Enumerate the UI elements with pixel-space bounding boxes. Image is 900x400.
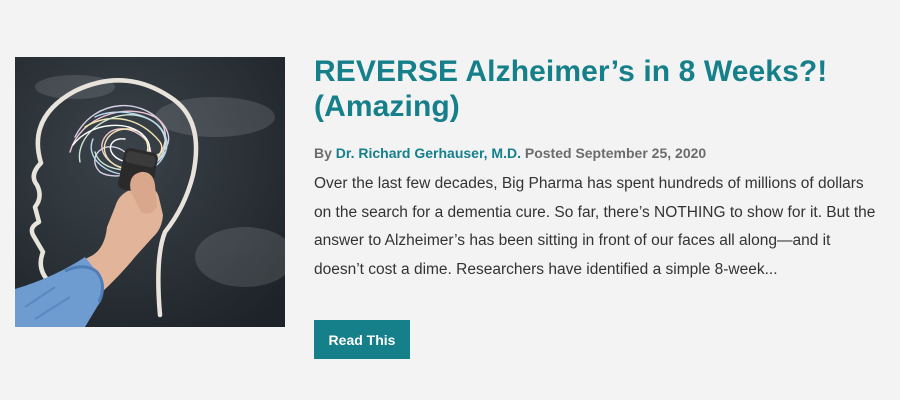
article-title[interactable]: REVERSE Alzheimer’s in 8 Weeks?! (Amazin… bbox=[314, 54, 884, 124]
article-meta: By Dr. Richard Gerhauser, M.D. Posted Se… bbox=[314, 144, 884, 162]
article-thumbnail[interactable] bbox=[15, 57, 285, 327]
post-date: September 25, 2020 bbox=[575, 145, 707, 161]
by-label: By bbox=[314, 145, 332, 161]
posted-label: Posted bbox=[524, 145, 572, 161]
author-link[interactable]: Dr. Richard Gerhauser, M.D. bbox=[336, 145, 521, 161]
read-this-button[interactable]: Read This bbox=[314, 320, 410, 359]
chalkboard-head-eraser-image bbox=[15, 57, 285, 327]
article-card: REVERSE Alzheimer’s in 8 Weeks?! (Amazin… bbox=[0, 0, 900, 400]
article-content: REVERSE Alzheimer’s in 8 Weeks?! (Amazin… bbox=[314, 54, 884, 284]
article-excerpt: Over the last few decades, Big Pharma ha… bbox=[314, 175, 876, 278]
